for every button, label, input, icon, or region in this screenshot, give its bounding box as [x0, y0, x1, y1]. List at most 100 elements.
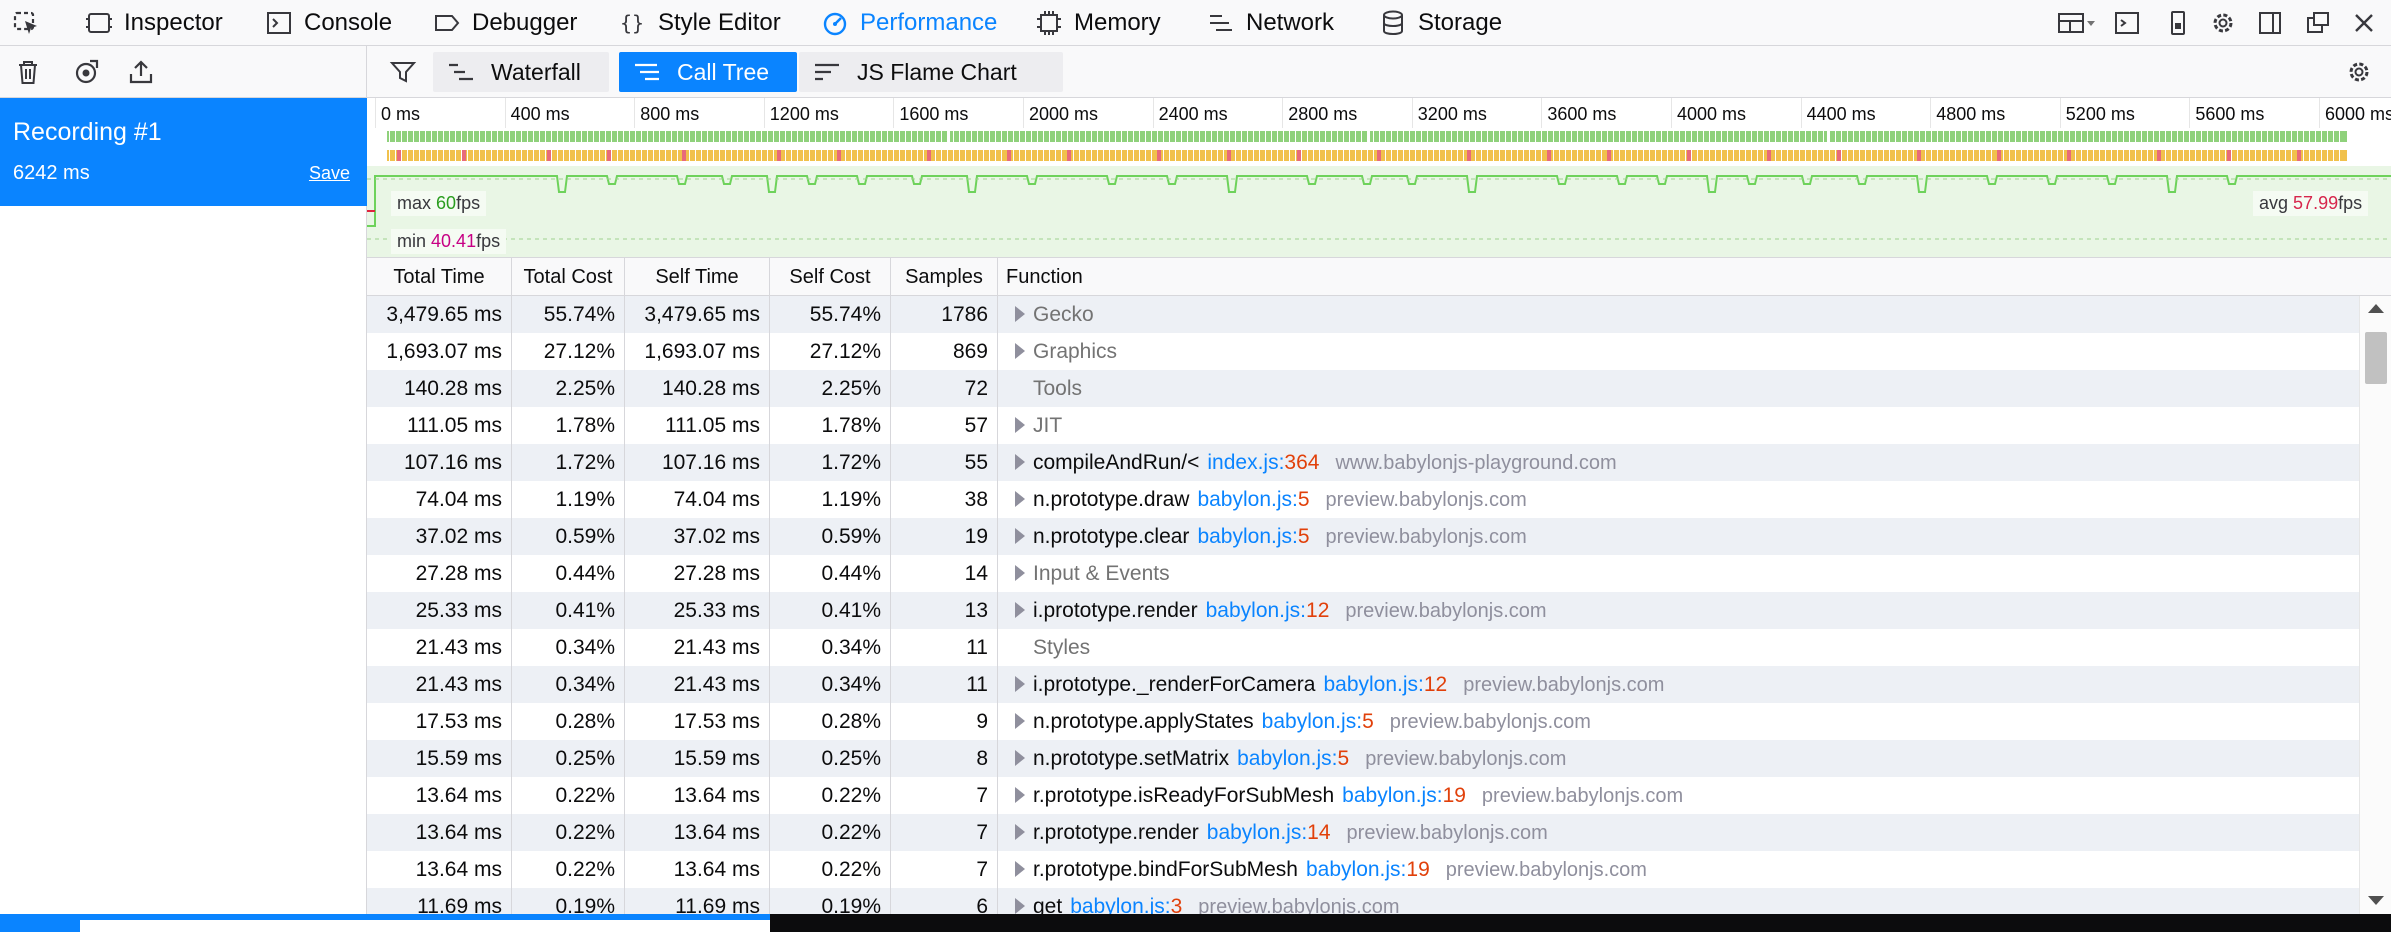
filter-icon[interactable] [387, 56, 419, 88]
column-function[interactable]: Function [998, 258, 1598, 295]
source-file-link[interactable]: babylon.js [1197, 525, 1292, 548]
import-icon[interactable] [125, 56, 157, 88]
source-line-number[interactable]: 5 [1338, 747, 1350, 770]
recording-item[interactable]: Recording #1 6242 ms Save [0, 98, 367, 206]
source-file-link[interactable]: babylon.js [1323, 673, 1418, 696]
close-icon[interactable] [2348, 7, 2380, 39]
table-row[interactable]: 13.64 ms 0.22% 13.64 ms 0.22% 7 r.prototype.b… [367, 851, 2359, 888]
marker-gap [1697, 150, 1698, 161]
expand-arrow-icon[interactable] [1015, 750, 1025, 766]
record-icon[interactable] [70, 56, 102, 88]
expand-arrow-icon[interactable] [1015, 306, 1025, 322]
dock-side-icon[interactable] [2254, 7, 2286, 39]
view-tab-js-flame-chart[interactable]: JS Flame Chart [799, 52, 1063, 92]
scroll-down-arrow[interactable] [2368, 896, 2384, 905]
separate-window-icon[interactable] [2302, 7, 2334, 39]
table-row[interactable]: 21.43 ms 0.34% 21.43 ms 0.34% 11 i.prototype.… [367, 666, 2359, 703]
table-row[interactable]: 15.59 ms 0.25% 15.59 ms 0.25% 8 n.prototype.s… [367, 740, 2359, 777]
source-file-link[interactable]: babylon.js [1206, 599, 1301, 622]
fps-graph[interactable]: max 60fps min 40.41fps avg 57.99fps [367, 166, 2391, 258]
tab-inspector[interactable]: Inspector [84, 0, 223, 45]
expand-arrow-icon[interactable] [1015, 824, 1025, 840]
expand-arrow-icon[interactable] [1015, 417, 1025, 433]
table-row[interactable]: 74.04 ms 1.19% 74.04 ms 1.19% 38 n.prototype.… [367, 481, 2359, 518]
source-file-link[interactable]: babylon.js [1262, 710, 1357, 733]
table-row[interactable]: 17.53 ms 0.28% 17.53 ms 0.28% 9 n.prototype.a… [367, 703, 2359, 740]
column-total-cost[interactable]: Total Cost [512, 258, 625, 295]
source-line-number[interactable]: 19 [1406, 858, 1429, 881]
marker-gap [821, 150, 822, 161]
source-file-link[interactable]: babylon.js [1306, 858, 1401, 881]
expand-arrow-icon[interactable] [1015, 602, 1025, 618]
marker-gap [1247, 131, 1248, 142]
table-row[interactable]: 27.28 ms 0.44% 27.28 ms 0.44% 14 Input & Even… [367, 555, 2359, 592]
expand-arrow-icon[interactable] [1015, 528, 1025, 544]
table-row[interactable]: 25.33 ms 0.41% 25.33 ms 0.41% 13 i.prototype.… [367, 592, 2359, 629]
marker-gap [449, 131, 450, 142]
save-button[interactable]: Save [309, 163, 350, 184]
column-self-time[interactable]: Self Time [625, 258, 770, 295]
source-line-number[interactable]: 3 [1171, 895, 1183, 914]
source-line-number[interactable]: 12 [1306, 599, 1329, 622]
source-line-number[interactable]: 364 [1284, 451, 1319, 474]
source-line-number[interactable]: 5 [1362, 710, 1374, 733]
element-picker-icon[interactable] [10, 7, 42, 39]
settings-icon[interactable] [2207, 7, 2239, 39]
table-row[interactable]: 11.69 ms 0.19% 11.69 ms 0.19% 6 get babylon.js… [367, 888, 2359, 914]
source-line-number[interactable]: 14 [1307, 821, 1330, 844]
source-line-number[interactable]: 19 [1443, 784, 1466, 807]
table-row[interactable]: 13.64 ms 0.22% 13.64 ms 0.22% 7 r.prototype.i… [367, 777, 2359, 814]
tab-storage[interactable]: Storage [1378, 0, 1502, 45]
expand-arrow-icon[interactable] [1015, 343, 1025, 359]
table-row[interactable]: 140.28 ms 2.25% 140.28 ms 2.25% 72 Tools [367, 370, 2359, 407]
tab-debugger[interactable]: Debugger [432, 0, 577, 45]
source-line-number[interactable]: 5 [1298, 525, 1310, 548]
scroll-thumb[interactable] [2365, 332, 2387, 384]
tab-network[interactable]: Network [1206, 0, 1334, 45]
expand-arrow-icon[interactable] [1015, 491, 1025, 507]
marker-gap [401, 131, 402, 142]
console-split-icon[interactable] [2111, 7, 2143, 39]
scroll-up-arrow[interactable] [2368, 304, 2384, 313]
fps-avg-unit: fps [2338, 193, 2363, 213]
source-file-link[interactable]: babylon.js [1070, 895, 1165, 914]
vertical-scrollbar[interactable] [2359, 296, 2391, 914]
source-line-number[interactable]: 5 [1298, 488, 1310, 511]
source-file-link[interactable]: index.js [1207, 451, 1278, 474]
source-line-number[interactable]: 12 [1424, 673, 1447, 696]
table-row[interactable]: 1,693.07 ms 27.12% 1,693.07 ms 27.12% 869 Gra… [367, 333, 2359, 370]
view-tab-waterfall[interactable]: Waterfall [433, 52, 609, 92]
screenshot-icon[interactable] [2162, 7, 2194, 39]
source-file-link[interactable]: babylon.js [1342, 784, 1437, 807]
column-self-cost[interactable]: Self Cost [770, 258, 891, 295]
tab-style-editor[interactable]: {} Style Editor [618, 0, 781, 45]
table-row[interactable]: 3,479.65 ms 55.74% 3,479.65 ms 55.74% 1786 Ge… [367, 296, 2359, 333]
column-samples[interactable]: Samples [891, 258, 998, 295]
trash-icon[interactable] [12, 56, 44, 88]
expand-arrow-icon[interactable] [1015, 454, 1025, 470]
markers-overview[interactable] [367, 128, 2391, 166]
source-file-link[interactable]: babylon.js [1197, 488, 1292, 511]
expand-arrow-icon[interactable] [1015, 861, 1025, 877]
tab-memory[interactable]: Memory [1034, 0, 1161, 45]
table-row[interactable]: 107.16 ms 1.72% 107.16 ms 1.72% 55 compileAnd… [367, 444, 2359, 481]
table-row[interactable]: 21.43 ms 0.34% 21.43 ms 0.34% 11 Styles [367, 629, 2359, 666]
expand-arrow-icon[interactable] [1015, 787, 1025, 803]
time-ruler[interactable]: 0 ms 400 ms 800 ms 1200 ms 1600 ms 2000 ms 240… [367, 98, 2391, 128]
expand-arrow-icon[interactable] [1015, 565, 1025, 581]
tab-console[interactable]: Console [264, 0, 392, 45]
marker-gap [1571, 150, 1572, 161]
table-row[interactable]: 37.02 ms 0.59% 37.02 ms 0.59% 19 n.prototype.… [367, 518, 2359, 555]
responsive-design-icon[interactable] [2050, 7, 2102, 39]
view-tab-call-tree[interactable]: Call Tree [619, 52, 797, 92]
expand-arrow-icon[interactable] [1015, 676, 1025, 692]
source-file-link[interactable]: babylon.js [1237, 747, 1332, 770]
source-file-link[interactable]: babylon.js [1207, 821, 1302, 844]
view-settings-icon[interactable] [2343, 56, 2375, 88]
expand-arrow-icon[interactable] [1015, 713, 1025, 729]
table-row[interactable]: 111.05 ms 1.78% 111.05 ms 1.78% 57 JIT [367, 407, 2359, 444]
tab-performance[interactable]: Performance [820, 0, 997, 45]
table-row[interactable]: 13.64 ms 0.22% 13.64 ms 0.22% 7 r.prototype.r… [367, 814, 2359, 851]
column-total-time[interactable]: Total Time [367, 258, 512, 295]
expand-arrow-icon[interactable] [1015, 898, 1025, 914]
